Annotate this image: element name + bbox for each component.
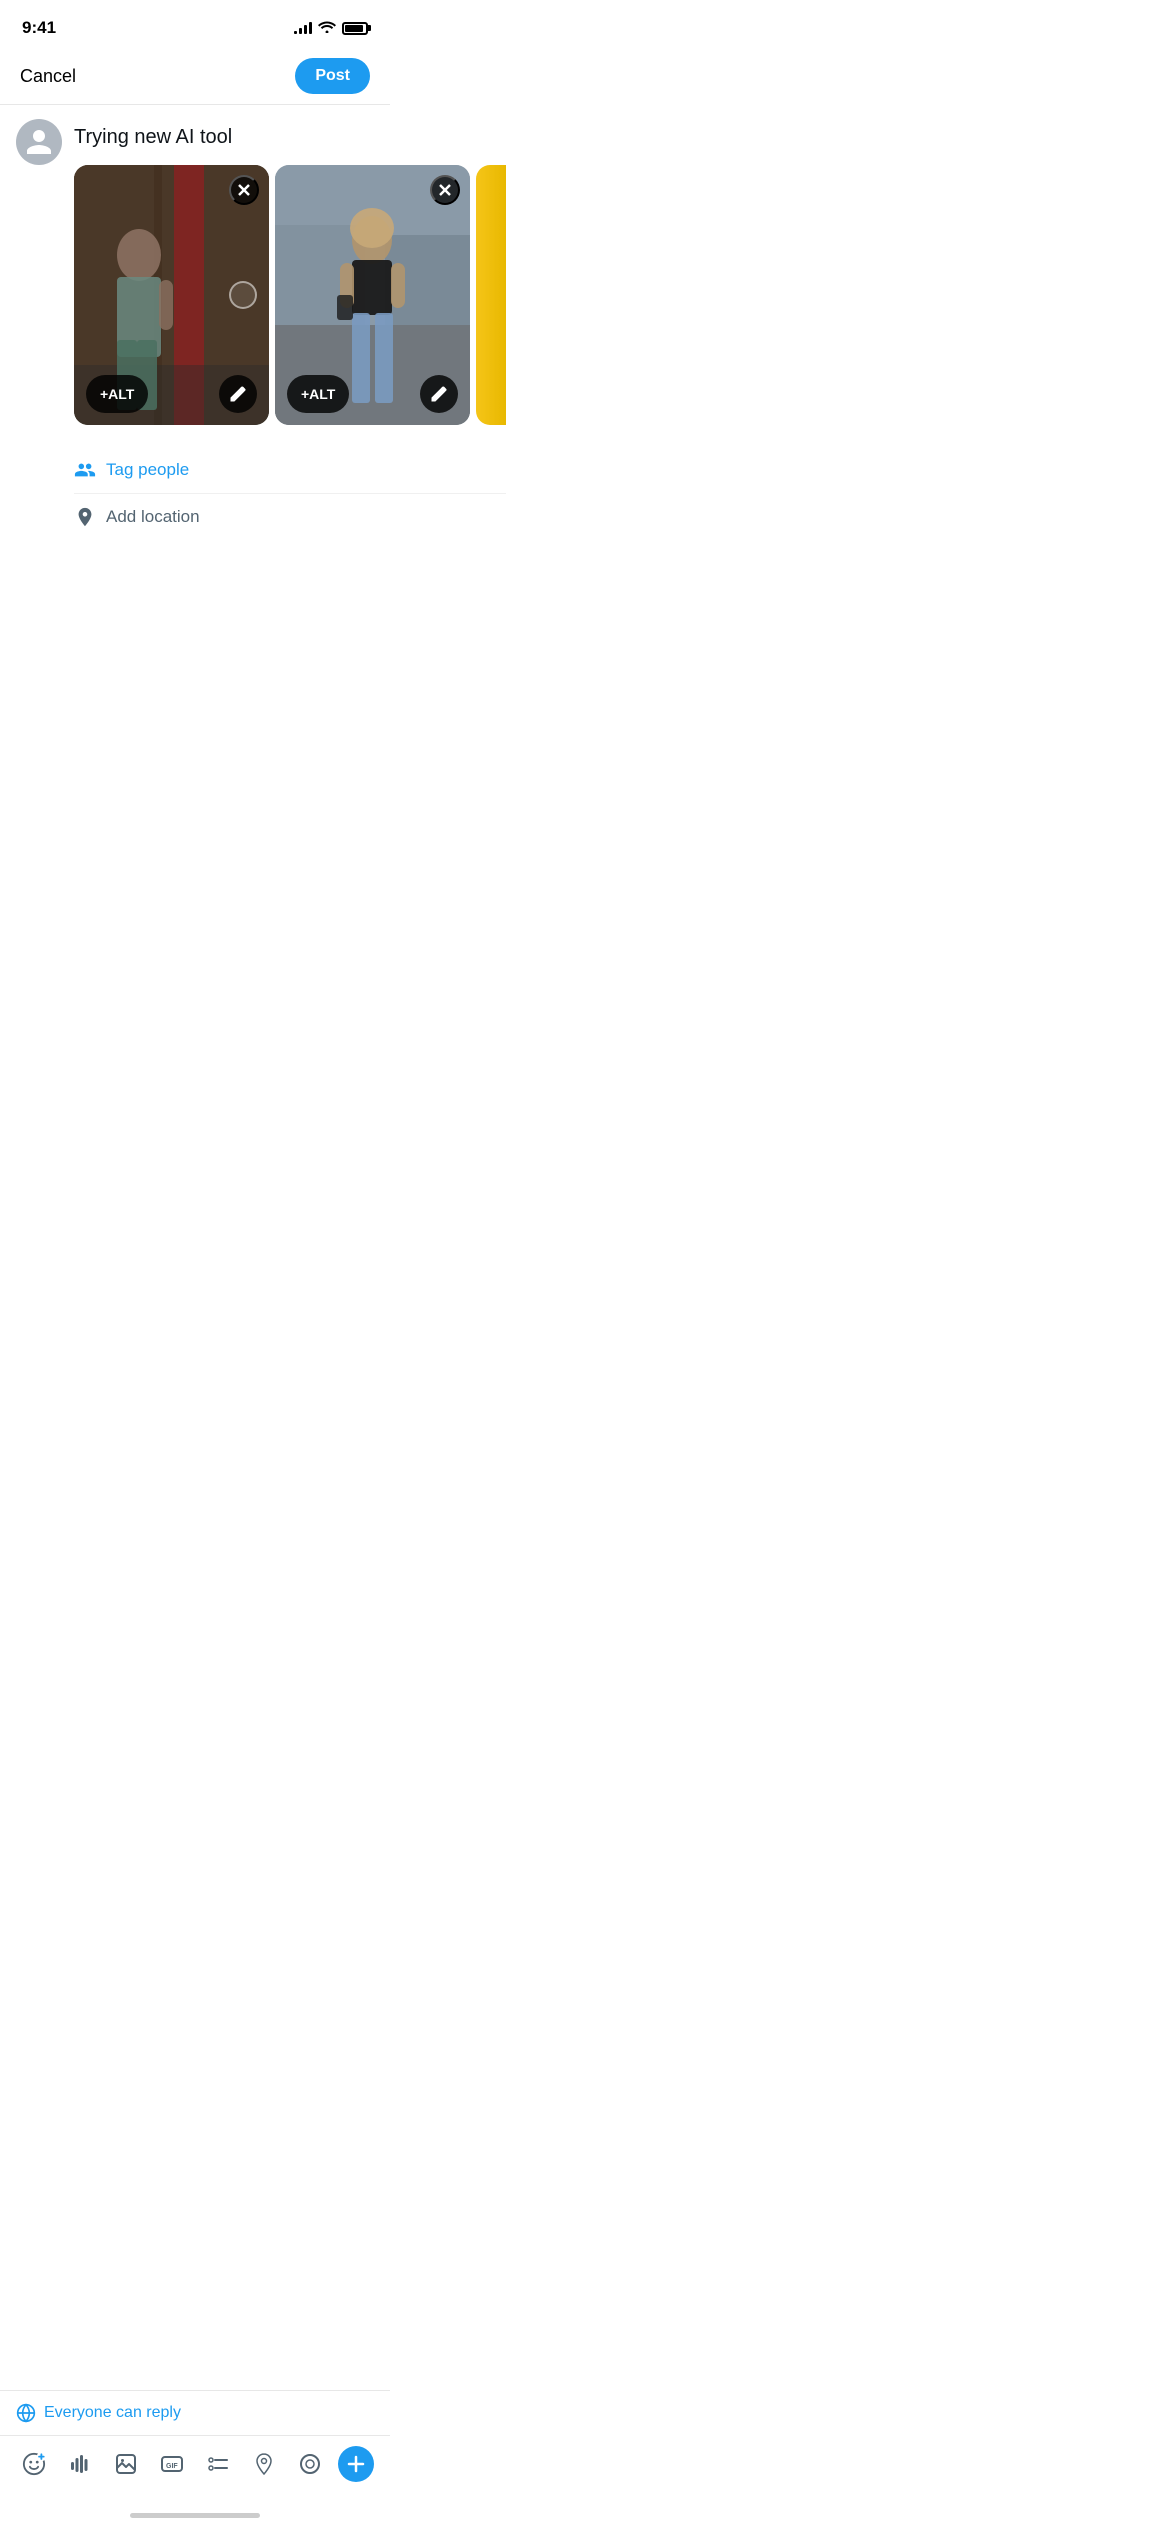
tag-people-icon bbox=[74, 459, 96, 481]
tag-people-row[interactable]: Tag people bbox=[74, 447, 506, 494]
image-3-partial bbox=[476, 165, 506, 425]
list-icon bbox=[206, 2452, 230, 2476]
avatar bbox=[16, 119, 62, 165]
image-2-actions: +ALT bbox=[275, 375, 470, 413]
pencil-icon bbox=[430, 385, 448, 403]
edit-image-1-button[interactable] bbox=[219, 375, 257, 413]
tag-people-label: Tag people bbox=[106, 460, 189, 480]
close-image-2-button[interactable] bbox=[430, 175, 460, 205]
edit-image-2-button[interactable] bbox=[420, 375, 458, 413]
emoji-plus-button[interactable] bbox=[16, 2446, 52, 2482]
add-location-label: Add location bbox=[106, 507, 200, 527]
home-bar bbox=[130, 2513, 260, 2518]
voice-icon bbox=[68, 2452, 92, 2476]
close-icon bbox=[438, 183, 452, 197]
image-1: +ALT bbox=[74, 165, 269, 425]
add-location-row[interactable]: Add location bbox=[74, 494, 506, 540]
status-time: 9:41 bbox=[22, 18, 56, 38]
image-icon bbox=[114, 2452, 138, 2476]
close-image-1-button[interactable] bbox=[229, 175, 259, 205]
everyone-reply-icon bbox=[16, 2403, 36, 2423]
everyone-reply-row[interactable]: Everyone can reply bbox=[0, 2391, 390, 2436]
post-button[interactable]: Post bbox=[295, 58, 370, 94]
status-icons bbox=[294, 19, 368, 38]
location-icon bbox=[74, 506, 96, 528]
header: Cancel Post bbox=[0, 48, 390, 105]
image-1-actions: +ALT bbox=[74, 375, 269, 413]
spaces-button[interactable] bbox=[292, 2446, 328, 2482]
status-bar: 9:41 bbox=[0, 0, 390, 48]
gif-icon: GIF bbox=[160, 2452, 184, 2476]
signal-icon bbox=[294, 22, 312, 34]
alt-text-2-button[interactable]: +ALT bbox=[287, 375, 349, 413]
compose-area: Trying new AI tool bbox=[0, 105, 390, 540]
cancel-button[interactable]: Cancel bbox=[20, 62, 76, 91]
emoji-plus-icon bbox=[22, 2452, 46, 2476]
alt-text-1-button[interactable]: +ALT bbox=[86, 375, 148, 413]
location-pin-icon bbox=[252, 2452, 276, 2476]
gif-button[interactable]: GIF bbox=[154, 2446, 190, 2482]
wifi-icon bbox=[318, 19, 336, 38]
image-button[interactable] bbox=[108, 2446, 144, 2482]
plus-icon bbox=[346, 2454, 366, 2474]
battery-icon bbox=[342, 22, 368, 35]
image-1-select-circle bbox=[229, 281, 257, 309]
list-button[interactable] bbox=[200, 2446, 236, 2482]
close-icon bbox=[237, 183, 251, 197]
voice-button[interactable] bbox=[62, 2446, 98, 2482]
add-button[interactable] bbox=[338, 2446, 374, 2482]
avatar-icon bbox=[24, 127, 54, 157]
toolbar: GIF bbox=[0, 2436, 390, 2502]
image-2: +ALT bbox=[275, 165, 470, 425]
location-button[interactable] bbox=[246, 2446, 282, 2482]
bottom-section: Everyone can reply bbox=[0, 2390, 390, 2532]
spaces-icon bbox=[298, 2452, 322, 2476]
compose-text[interactable]: Trying new AI tool bbox=[74, 123, 506, 151]
svg-text:GIF: GIF bbox=[166, 2463, 178, 2470]
home-indicator bbox=[0, 2502, 390, 2532]
pencil-icon bbox=[229, 385, 247, 403]
everyone-reply-text: Everyone can reply bbox=[44, 2404, 181, 2422]
compose-content: Trying new AI tool bbox=[74, 119, 506, 540]
content-spacer bbox=[0, 540, 390, 960]
images-container: +ALT bbox=[74, 165, 506, 431]
